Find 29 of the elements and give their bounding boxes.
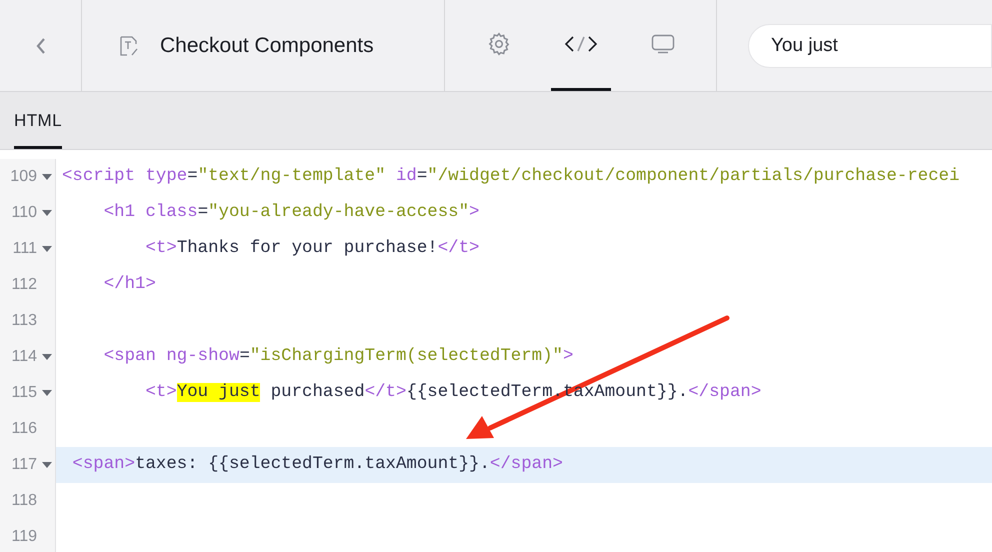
line-number: 117 xyxy=(11,455,37,475)
fold-arrow-icon[interactable] xyxy=(42,246,52,252)
search-field[interactable]: You just xyxy=(748,24,992,68)
fold-arrow-icon[interactable] xyxy=(42,462,52,468)
code-line: <span>taxes: {{selectedTerm.taxAmount}}.</span> xyxy=(71,454,563,476)
text-document-icon xyxy=(118,34,140,58)
page-title: Checkout Components xyxy=(160,32,374,59)
code-line: <h1 class="you-already-have-access"> xyxy=(102,202,480,224)
line-number: 116 xyxy=(11,419,37,439)
fold-arrow-icon[interactable] xyxy=(42,174,52,180)
code-line: </h1> xyxy=(102,274,156,296)
code-line: <script type="text/ng-template" id="/widget/checkout/component/partials/purchase-recei xyxy=(62,166,960,188)
line-number: 113 xyxy=(11,311,37,331)
code-line: <t>Thanks for your purchase!</t> xyxy=(144,238,480,260)
line-number: 115 xyxy=(11,383,37,403)
line-number: 111 xyxy=(12,239,37,259)
chevron-left-icon xyxy=(34,36,46,54)
fold-arrow-icon[interactable] xyxy=(42,354,52,360)
code-line: <span ng-show="isChargingTerm(selectedTerm)"> xyxy=(102,346,574,368)
code-icon xyxy=(564,34,598,54)
fold-arrow-icon[interactable] xyxy=(42,210,52,216)
monitor-icon xyxy=(650,34,674,54)
fold-arrow-icon[interactable] xyxy=(42,390,52,396)
line-number: 118 xyxy=(11,491,37,511)
line-number: 112 xyxy=(11,275,37,295)
line-number: 110 xyxy=(11,203,37,223)
line-number: 109 xyxy=(10,167,37,187)
line-number: 114 xyxy=(11,347,37,367)
line-number: 119 xyxy=(11,527,37,547)
